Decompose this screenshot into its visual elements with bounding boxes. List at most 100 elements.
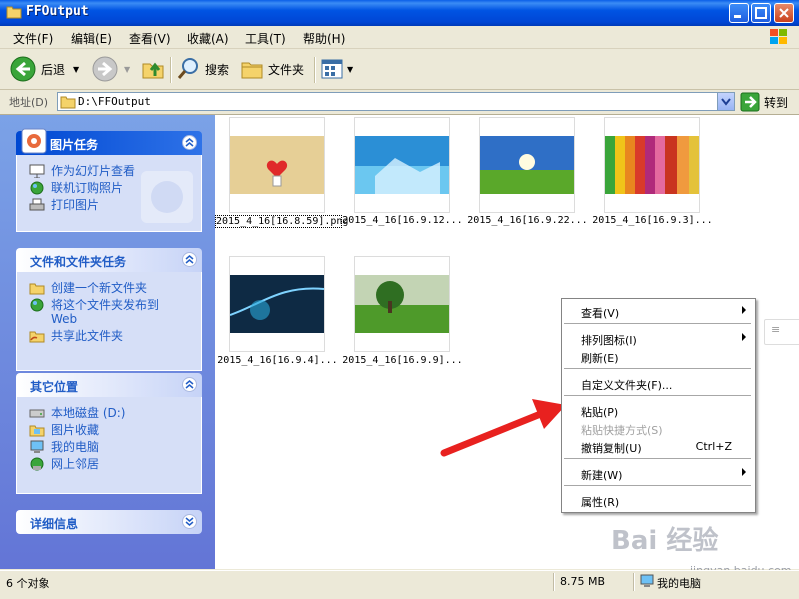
back-dropdown-icon[interactable]: ▼ <box>73 65 79 74</box>
folders-button[interactable]: 文件夹 <box>240 55 304 83</box>
menu-separator <box>564 485 751 486</box>
menu-file[interactable]: 文件(F) <box>13 30 53 47</box>
total-size: 8.75 MB <box>560 575 606 588</box>
status-location: 我的电脑 <box>657 577 701 590</box>
menu-item-new[interactable]: 新建(W) <box>563 464 752 482</box>
menu-item-label: 粘贴(P) <box>581 406 619 419</box>
picture-tasks-header[interactable]: 图片任务 <box>16 128 202 155</box>
maximize-button[interactable] <box>751 3 771 23</box>
new-folder-icon <box>29 283 45 295</box>
go-button[interactable]: 转到 <box>740 92 788 112</box>
file-tasks-body: 创建一个新文件夹 将这个文件夹发布到 Web 共享此文件夹 <box>16 272 202 371</box>
menu-tools[interactable]: 工具(T) <box>245 30 286 47</box>
task-label: 联机订购照片 <box>51 181 124 195</box>
list-icon: ≡ <box>771 323 781 336</box>
windows-logo-icon <box>770 29 787 44</box>
task-new-folder[interactable]: 创建一个新文件夹 <box>29 281 201 295</box>
folder-icon <box>60 96 76 109</box>
panel-title: 详细信息 <box>30 517 79 531</box>
menu-item-paste[interactable]: 粘贴(P) <box>563 401 752 419</box>
window-title: FFOutput <box>26 4 89 19</box>
thumbnail[interactable] <box>354 117 450 213</box>
task-share-folder[interactable]: 共享此文件夹 <box>29 329 201 343</box>
red-arrow-icon <box>440 399 566 457</box>
printer-icon <box>29 198 45 211</box>
place-network[interactable]: 网上邻居 <box>29 457 201 471</box>
menu-item-label: 撤销复制(U) <box>581 442 642 455</box>
views-button[interactable]: ▼ <box>320 55 353 83</box>
thumbnail[interactable] <box>479 117 575 213</box>
task-label: 本地磁盘 (D:) <box>51 406 126 420</box>
search-button[interactable]: 搜索 <box>177 55 229 83</box>
panel-title: 文件和文件夹任务 <box>30 255 127 269</box>
picture-tasks-panel: 图片任务 作为幻灯片查看 联机订购照片 打印图片 <box>16 128 202 232</box>
share-folder-icon <box>29 331 45 343</box>
minimize-button[interactable] <box>729 3 749 23</box>
menu-item-view[interactable]: 查看(V) <box>563 302 752 320</box>
toolbar: 后退 ▼ ▼ 搜索 文件夹 ▼ <box>0 49 799 90</box>
task-label: 我的电脑 <box>51 440 100 454</box>
address-value: D:\FFOutput <box>78 95 151 108</box>
thumbnail-label[interactable]: 2015_4_16[16.9.3]... <box>590 215 715 226</box>
menu-help[interactable]: 帮助(H) <box>303 30 345 47</box>
globe-icon <box>30 298 44 312</box>
expand-icon[interactable] <box>182 514 197 529</box>
menu-item-arrange-icons[interactable]: 排列图标(I) <box>563 329 752 347</box>
menu-edit[interactable]: 编辑(E) <box>71 30 112 47</box>
collapse-icon[interactable] <box>182 252 197 267</box>
menu-favorites[interactable]: 收藏(A) <box>187 30 229 47</box>
views-dropdown-icon[interactable]: ▼ <box>347 65 353 74</box>
menu-item-properties[interactable]: 属性(R) <box>563 491 752 509</box>
thumbnail-label[interactable]: 2015_4_16[16.9.22... <box>465 215 590 226</box>
forward-button[interactable]: ▼ <box>92 55 130 83</box>
place-my-computer[interactable]: 我的电脑 <box>29 440 201 454</box>
other-places-header[interactable]: 其它位置 <box>16 373 202 397</box>
computer-icon <box>640 574 654 587</box>
address-input[interactable]: D:\FFOutput <box>57 92 735 111</box>
thumbnail-image <box>605 136 699 194</box>
side-widget[interactable]: ≡ <box>764 319 799 345</box>
menu-item-label: 查看(V) <box>581 307 620 320</box>
menu-separator <box>564 368 751 369</box>
picture-tasks-icon <box>21 128 47 154</box>
task-publish-web[interactable]: 将这个文件夹发布到 Web <box>29 298 201 326</box>
toolbar-separator <box>314 57 316 83</box>
up-folder-button[interactable] <box>141 55 165 83</box>
collapse-icon[interactable] <box>182 135 197 150</box>
close-button[interactable] <box>774 3 794 23</box>
toolbar-separator <box>170 57 172 83</box>
thumbnail[interactable] <box>229 117 325 213</box>
baidu-watermark: Bai 经验 <box>611 526 719 556</box>
menu-view[interactable]: 查看(V) <box>129 30 171 47</box>
address-dropdown-button[interactable] <box>717 93 734 110</box>
my-pictures-icon <box>29 425 45 437</box>
title-bar[interactable]: FFOutput <box>0 0 799 26</box>
place-my-pictures[interactable]: 图片收藏 <box>29 423 201 437</box>
thumbnail-label[interactable]: 2015_4_16[16.9.4]... <box>215 355 340 366</box>
menu-item-undo-copy[interactable]: 撤销复制(U) Ctrl+Z <box>563 437 752 455</box>
file-tasks-header[interactable]: 文件和文件夹任务 <box>16 248 202 272</box>
menu-item-paste-shortcut: 粘贴快捷方式(S) <box>563 419 752 437</box>
menu-item-customize-folder[interactable]: 自定义文件夹(F)... <box>563 374 752 392</box>
submenu-arrow-icon <box>742 306 746 314</box>
collapse-icon[interactable] <box>182 377 197 392</box>
menu-item-label: 刷新(E) <box>581 352 619 365</box>
file-tasks-panel: 文件和文件夹任务 创建一个新文件夹 将这个文件夹发布到 Web 共享此文件夹 <box>16 248 202 371</box>
submenu-arrow-icon <box>742 333 746 341</box>
thumbnail-label[interactable]: 2015_4_16[16.9.12... <box>340 215 465 226</box>
folders-label: 文件夹 <box>268 62 305 77</box>
task-label: 网上邻居 <box>51 457 100 471</box>
menu-item-refresh[interactable]: 刷新(E) <box>563 347 752 365</box>
thumbnail[interactable] <box>604 117 700 213</box>
back-button[interactable]: 后退 ▼ <box>10 55 79 83</box>
status-divider <box>633 573 635 591</box>
place-local-disk[interactable]: 本地磁盘 (D:) <box>29 406 201 420</box>
thumbnail[interactable] <box>229 256 325 352</box>
close-icon <box>779 8 789 18</box>
thumbnail-label[interactable]: 2015_4_16[16.8.59].png <box>215 215 348 228</box>
thumbnail[interactable] <box>354 256 450 352</box>
thumbnail-label[interactable]: 2015_4_16[16.9.9]... <box>340 355 465 366</box>
details-header[interactable]: 详细信息 <box>16 510 202 534</box>
address-label: 地址(D) <box>9 96 49 109</box>
menu-bar: 文件(F) 编辑(E) 查看(V) 收藏(A) 工具(T) 帮助(H) <box>0 26 799 49</box>
